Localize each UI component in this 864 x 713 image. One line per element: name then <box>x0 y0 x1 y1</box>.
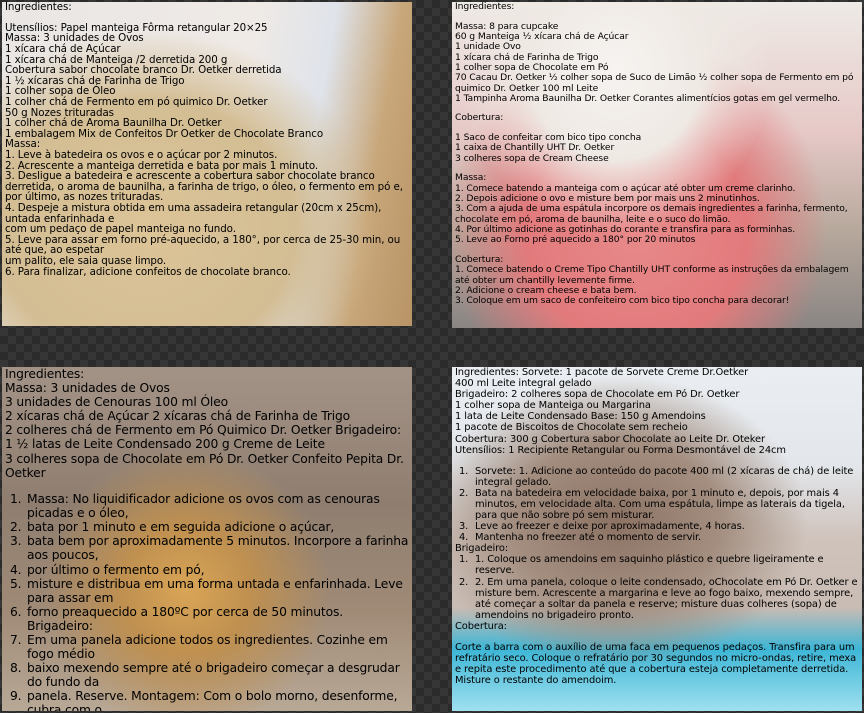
step-text: Sorvete: 1. Adicione ao conteúdo do paco… <box>475 465 854 488</box>
step-text: Mantenha no freezer até o momento de ser… <box>475 532 702 544</box>
recipe-line: 1 pacote de Biscoitos de Chocolate sem r… <box>455 422 688 434</box>
recipe-text: Ingredientes: Sorvete: 1 pacote de Sorve… <box>452 367 862 686</box>
recipe-line <box>455 456 862 466</box>
step-text: por último o fermento em pó, <box>27 562 205 577</box>
recipe-text: Ingredientes: Massa: 3 unidades de Ovos 3 … <box>2 367 412 711</box>
step-item: 1. Massa: No liquidificador adicione os o… <box>5 492 412 520</box>
recipe-text: Ingredientes: Utensílios: Papel manteiga … <box>2 2 412 277</box>
step-item: 3. bata bem por aproximadamente 5 minutos… <box>5 534 412 562</box>
recipe-line: Cobertura: <box>455 112 504 124</box>
recipe-line: 2 xícaras chá de Açúcar 2 xícaras chá de… <box>5 409 351 424</box>
step-number: 2. <box>459 576 469 588</box>
step-number: 7. <box>10 632 22 647</box>
step-item: 3. Leve ao freezer e deixe por aproximada… <box>455 521 862 532</box>
recipe-line: Ingredientes: <box>455 2 515 12</box>
step-item: 4. Mantenha no freezer até o momento de s… <box>455 532 862 543</box>
step-text: misture e distribua em uma forma untada … <box>27 576 403 605</box>
recipe-line: Ingredientes: <box>5 367 85 381</box>
recipe-line: 6. Para finalizar, adicione confeitos de… <box>5 265 291 278</box>
step-item: 7. Em uma panela adicione todos os ingred… <box>5 633 412 661</box>
recipe-line <box>455 164 862 173</box>
recipe-line: 1 colher sopa de Manteiga ou Margarina <box>455 400 651 412</box>
recipe-line: 1 ½ latas de Leite Condensado 200 g Crem… <box>5 437 325 452</box>
recipe-line: Massa: <box>455 172 487 184</box>
recipe-line: 3. Coloque em um saco de confeiteiro com… <box>455 295 790 307</box>
step-text: bata por 1 minuto e em seguida adicione … <box>27 520 335 535</box>
step-number: 2. <box>459 487 469 499</box>
recipe-line: 3 colheres sopa de Chocolate em Pó Dr. O… <box>5 451 404 480</box>
recipe-panel-carrot-cake: Ingredientes: Massa: 3 unidades de Ovos 3 … <box>2 367 412 711</box>
recipe-line <box>5 480 412 492</box>
step-item: 6. forno preaquecido a 180ºC por cerca de… <box>5 605 412 633</box>
step-number: 8. <box>10 661 22 676</box>
step-item: 5. misture e distribua em uma forma untad… <box>5 577 412 605</box>
step-item: 2. 2. Em uma panela, coloque o leite cond… <box>455 577 862 621</box>
recipe-line: 1 embalagem Mix de Confeitos Dr Oetker d… <box>5 127 324 140</box>
recipe-line: Massa: 3 unidades de Ovos <box>5 381 170 396</box>
step-text: Em uma panela adicione todos os ingredie… <box>27 632 388 662</box>
steps-list: 1. Massa: No liquidificador adicione os o… <box>5 492 412 711</box>
recipe-line: 1 Tampinha Aroma Baunilha Dr. Oetker Cor… <box>455 92 841 104</box>
recipe-line: 1. Comece batendo o Creme Tipo Chantilly… <box>455 264 849 286</box>
recipe-line: Ingredientes: <box>5 2 72 13</box>
step-number: 2. <box>10 520 22 535</box>
cobertura-text: Corte a barra com o auxílio de uma faca … <box>455 641 857 687</box>
recipe-panel-cupcake: Ingredientes: Massa: 8 para cupcake 60 g M… <box>452 2 862 328</box>
step-item: 2. Bata na batedeira em velocidade baixa,… <box>455 488 862 521</box>
brigadeiro-heading: Brigadeiro: <box>455 543 509 555</box>
recipe-line: 2 colheres chá de Fermento em Pó Quimico… <box>5 423 402 438</box>
step-number: 1. <box>10 492 22 507</box>
step-text: Bata na batedeira em velocidade baixa, p… <box>475 487 845 522</box>
step-item: 1. Sorvete: 1. Adicione ao conteúdo do pa… <box>455 466 862 488</box>
step-item: 1. 1. Coloque os amendoins em saquinho pl… <box>455 554 862 576</box>
recipe-line: 1 lata de Leite Condensado Base: 150 g A… <box>455 411 706 423</box>
step-text: 1. Coloque os amendoins em saquinho plás… <box>475 554 824 577</box>
recipe-line: 400 ml Leite integral gelado <box>455 378 592 390</box>
recipe-line: Ingredientes: Sorvete: 1 pacote de Sorve… <box>455 367 749 378</box>
recipe-line: Utensílios: 1 Recipiente Retangular ou F… <box>455 444 786 456</box>
step-number: 4. <box>10 562 22 577</box>
ice-cream-steps: 1. Sorvete: 1. Adicione ao conteúdo do pa… <box>455 466 862 544</box>
ingredients-list: Ingredientes: Massa: 3 unidades de Ovos 3 … <box>5 367 412 492</box>
recipe-text: Ingredientes: Massa: 8 para cupcake 60 g M… <box>452 2 862 307</box>
recipe-line <box>455 104 862 113</box>
step-text: 2. Em uma panela, coloque o leite conden… <box>475 576 858 621</box>
step-number: 1. <box>459 465 469 477</box>
ingredients-list: Ingredientes: Sorvete: 1 pacote de Sorve… <box>455 367 862 466</box>
recipe-line: 70 Cacau Dr. Oetker ½ colher sopa de Suc… <box>455 72 854 94</box>
recipe-line: 3. Desligue a batedeira e acrescente a c… <box>5 170 403 204</box>
recipe-line: 3. Com a ajuda de uma espátula incorpore… <box>455 203 848 225</box>
step-item: 4. por último o fermento em pó, <box>5 563 412 577</box>
recipe-line <box>455 246 862 255</box>
recipe-line: 4. Despeje a mistura obtida em uma assad… <box>5 201 382 225</box>
recipe-line: 3 colheres sopa de Cream Cheese <box>455 152 609 164</box>
recipe-line: 1 unidade Ovo <box>455 41 521 53</box>
step-item: 2. bata por 1 minuto e em seguida adicion… <box>5 520 412 534</box>
step-number: 3. <box>459 521 469 533</box>
recipe-line: 5. Leve para assar em forno pré-aquecido… <box>5 233 401 257</box>
step-text: Leve ao freezer e deixe por aproximadame… <box>475 521 745 533</box>
recipe-panel-ice-cream-cake: Ingredientes: Sorvete: 1 pacote de Sorve… <box>452 367 862 711</box>
recipe-line: Brigadeiro: 2 colheres sopa de Chocolate… <box>455 389 740 401</box>
recipe-panel-blondie: Ingredientes: Utensílios: Papel manteiga … <box>2 2 412 326</box>
step-text: forno preaquecido a 180ºC por cerca de 5… <box>27 604 343 633</box>
step-text: bata bem por aproximadamente 5 minutos. … <box>27 534 409 563</box>
step-item: 9. panela. Reserve. Montagem: Com o bolo … <box>5 689 412 711</box>
step-item: 8. baixo mexendo sempre até o brigadeiro … <box>5 661 412 689</box>
recipe-line: um palito, ele saia quase limpo. <box>5 254 167 267</box>
recipe-line: 5. Leve ao Forno pré aquecido a 180° por… <box>455 234 696 246</box>
step-text: baixo mexendo sempre até o brigadeiro co… <box>27 661 400 690</box>
step-text: panela. Reserve. Montagem: Com o bolo mo… <box>27 689 398 711</box>
step-text: Massa: No liquidificador adicione os ovo… <box>27 492 380 521</box>
step-number: 9. <box>10 689 22 704</box>
step-number: 6. <box>10 604 22 619</box>
step-number: 5. <box>10 576 22 591</box>
cobertura-heading: Cobertura: <box>455 620 507 632</box>
step-number: 4. <box>459 532 469 544</box>
step-number: 3. <box>10 534 22 549</box>
step-number: 1. <box>459 554 469 566</box>
recipe-line: Cobertura: 300 g Cobertura sabor Chocola… <box>455 433 765 445</box>
recipe-line: 3 unidades de Cenouras 100 ml Óleo <box>5 395 228 410</box>
brigadeiro-steps: 1. 1. Coloque os amendoins em saquinho pl… <box>455 554 862 621</box>
